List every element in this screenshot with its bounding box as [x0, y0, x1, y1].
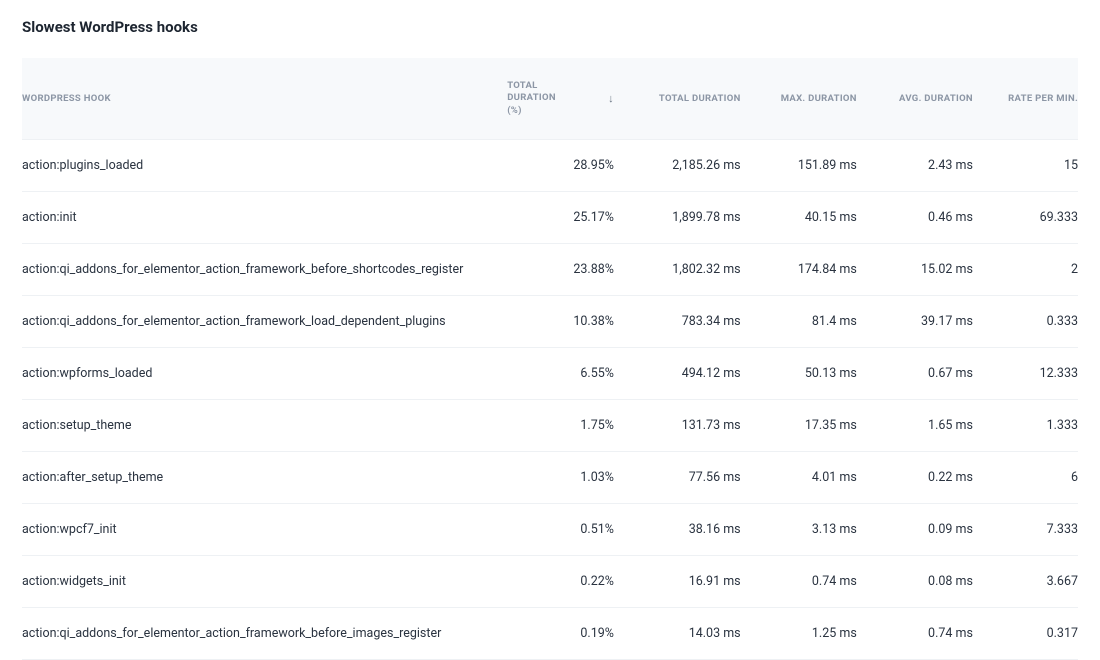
- table-row[interactable]: action:qi_addons_for_elementor_action_fr…: [22, 244, 1078, 296]
- table-row[interactable]: action:qi_addons_for_elementor_action_fr…: [22, 296, 1078, 348]
- cell-total-pct: 23.88%: [497, 244, 624, 296]
- cell-max-duration: 50.13 ms: [751, 348, 867, 400]
- cell-hook: action:wpcf7_init: [22, 504, 497, 556]
- col-header-rate-per-min[interactable]: RATE PER MIN.: [983, 58, 1078, 140]
- cell-max-duration: 0.74 ms: [751, 556, 867, 608]
- table-row[interactable]: action:wpcf7_init0.51%38.16 ms3.13 ms0.0…: [22, 504, 1078, 556]
- col-header-max-duration[interactable]: MAX. DURATION: [751, 58, 867, 140]
- col-header-total-pct-line2: (%): [507, 105, 588, 117]
- col-header-total-duration[interactable]: TOTAL DURATION: [624, 58, 751, 140]
- cell-total-pct: 0.19%: [497, 608, 624, 660]
- table-row[interactable]: action:setup_theme1.75%131.73 ms17.35 ms…: [22, 400, 1078, 452]
- cell-max-duration: 4.01 ms: [751, 452, 867, 504]
- cell-rate-per-min: 2: [983, 244, 1078, 296]
- cell-total-duration: 14.03 ms: [624, 608, 751, 660]
- cell-max-duration: 1.25 ms: [751, 608, 867, 660]
- cell-max-duration: 17.35 ms: [751, 400, 867, 452]
- cell-rate-per-min: 0.317: [983, 608, 1078, 660]
- cell-total-duration: 1,899.78 ms: [624, 192, 751, 244]
- cell-avg-duration: 0.74 ms: [867, 608, 983, 660]
- cell-avg-duration: 15.02 ms: [867, 244, 983, 296]
- cell-hook: action:setup_theme: [22, 400, 497, 452]
- cell-hook: action:after_setup_theme: [22, 452, 497, 504]
- cell-total-duration: 494.12 ms: [624, 348, 751, 400]
- cell-rate-per-min: 1.333: [983, 400, 1078, 452]
- cell-max-duration: 174.84 ms: [751, 244, 867, 296]
- cell-total-pct: 25.17%: [497, 192, 624, 244]
- cell-rate-per-min: 0.333: [983, 296, 1078, 348]
- col-header-total-pct[interactable]: TOTAL DURATION (%) ↓: [497, 58, 624, 140]
- cell-avg-duration: 0.08 ms: [867, 556, 983, 608]
- cell-rate-per-min: 15: [983, 140, 1078, 192]
- cell-hook: action:wpforms_loaded: [22, 348, 497, 400]
- cell-avg-duration: 2.43 ms: [867, 140, 983, 192]
- col-header-total-pct-line1: TOTAL DURATION: [507, 80, 588, 105]
- cell-hook: action:widgets_init: [22, 556, 497, 608]
- table-row[interactable]: action:after_setup_theme1.03%77.56 ms4.0…: [22, 452, 1078, 504]
- cell-avg-duration: 39.17 ms: [867, 296, 983, 348]
- col-header-hook[interactable]: WORDPRESS HOOK: [22, 58, 497, 140]
- cell-max-duration: 3.13 ms: [751, 504, 867, 556]
- cell-avg-duration: 0.22 ms: [867, 452, 983, 504]
- cell-rate-per-min: 3.667: [983, 556, 1078, 608]
- cell-total-duration: 783.34 ms: [624, 296, 751, 348]
- cell-total-duration: 77.56 ms: [624, 452, 751, 504]
- cell-rate-per-min: 7.333: [983, 504, 1078, 556]
- sort-down-icon: ↓: [608, 92, 614, 105]
- cell-total-duration: 1,802.32 ms: [624, 244, 751, 296]
- cell-hook: action:init: [22, 192, 497, 244]
- cell-total-duration: 38.16 ms: [624, 504, 751, 556]
- cell-hook: action:qi_addons_for_elementor_action_fr…: [22, 296, 497, 348]
- cell-avg-duration: 1.65 ms: [867, 400, 983, 452]
- table-row[interactable]: action:plugins_loaded28.95%2,185.26 ms15…: [22, 140, 1078, 192]
- cell-total-pct: 6.55%: [497, 348, 624, 400]
- col-header-avg-duration[interactable]: AVG. DURATION: [867, 58, 983, 140]
- cell-avg-duration: 0.46 ms: [867, 192, 983, 244]
- cell-max-duration: 40.15 ms: [751, 192, 867, 244]
- cell-max-duration: 151.89 ms: [751, 140, 867, 192]
- cell-total-pct: 1.75%: [497, 400, 624, 452]
- cell-total-pct: 1.03%: [497, 452, 624, 504]
- cell-total-duration: 16.91 ms: [624, 556, 751, 608]
- cell-total-pct: 0.51%: [497, 504, 624, 556]
- table-row[interactable]: action:widgets_init0.22%16.91 ms0.74 ms0…: [22, 556, 1078, 608]
- cell-total-duration: 2,185.26 ms: [624, 140, 751, 192]
- cell-avg-duration: 0.67 ms: [867, 348, 983, 400]
- cell-rate-per-min: 6: [983, 452, 1078, 504]
- hooks-table: WORDPRESS HOOK TOTAL DURATION (%) ↓ TOTA…: [22, 58, 1078, 660]
- cell-hook: action:plugins_loaded: [22, 140, 497, 192]
- table-row[interactable]: action:qi_addons_for_elementor_action_fr…: [22, 608, 1078, 660]
- cell-max-duration: 81.4 ms: [751, 296, 867, 348]
- cell-hook: action:qi_addons_for_elementor_action_fr…: [22, 244, 497, 296]
- cell-rate-per-min: 12.333: [983, 348, 1078, 400]
- table-row[interactable]: action:init25.17%1,899.78 ms40.15 ms0.46…: [22, 192, 1078, 244]
- cell-hook: action:qi_addons_for_elementor_action_fr…: [22, 608, 497, 660]
- cell-total-pct: 10.38%: [497, 296, 624, 348]
- table-row[interactable]: action:wpforms_loaded6.55%494.12 ms50.13…: [22, 348, 1078, 400]
- cell-rate-per-min: 69.333: [983, 192, 1078, 244]
- cell-avg-duration: 0.09 ms: [867, 504, 983, 556]
- panel-title: Slowest WordPress hooks: [22, 18, 1078, 36]
- cell-total-duration: 131.73 ms: [624, 400, 751, 452]
- cell-total-pct: 0.22%: [497, 556, 624, 608]
- cell-total-pct: 28.95%: [497, 140, 624, 192]
